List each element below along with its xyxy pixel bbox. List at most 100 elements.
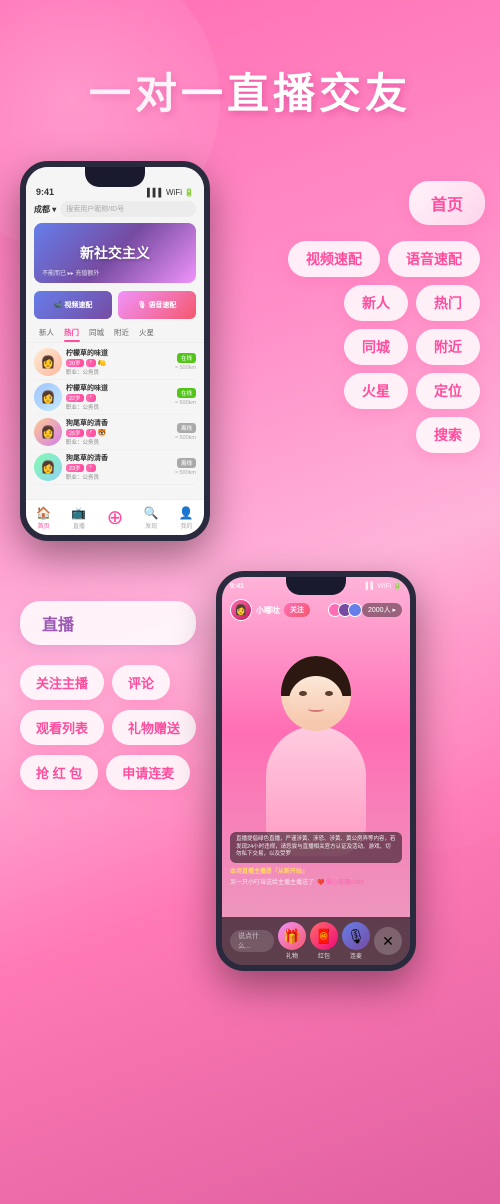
voice-match-btn[interactable]: 🎙 语音速配 xyxy=(118,291,196,319)
user-item-1[interactable]: 👩 柠檬草的味道 20岁 ♀ 🍋 职业：公务员 在线 ≈ 500km xyxy=(34,345,196,380)
feature-row-1: 视频速配 语音速配 xyxy=(288,241,480,277)
user-dist-2: ≈ 500km xyxy=(175,400,196,406)
bottom-nav-profile[interactable]: 👤 我的 xyxy=(179,506,194,530)
discover-icon: 🔍 xyxy=(144,506,159,520)
tab-same-city[interactable]: 同城 xyxy=(84,325,109,340)
homepage-features: 首页 视频速配 语音速配 新人 热门 同城 附近 火星 定位 搜索 xyxy=(288,161,480,453)
chat-prefix-2: 另一只小叮当送给主播主播送了 xyxy=(230,877,314,886)
comment-box-main: 直播提倡绿色直播，严谨涉黄、涉恐、涉黄、黄公房弄等内容，若发现24小时违规，请您… xyxy=(230,832,402,863)
user-info-2: 柠檬草的味道 22岁 ♀ 职业：公务员 xyxy=(66,383,171,411)
user-info-3: 狗尾草的清香 25岁 ♀ 🐯 职业：公务员 xyxy=(66,418,171,446)
chat-name-1: 本场直播主播是「从新开始」 xyxy=(230,866,308,875)
tag-age-3: 25岁 xyxy=(66,429,84,437)
tab-hot[interactable]: 热门 xyxy=(59,325,84,340)
live-user-info: 👩 小嘟呔 关注 xyxy=(230,599,310,621)
follow-btn[interactable]: 关注 xyxy=(284,603,310,617)
live-redpacket-btn[interactable]: 🧧 xyxy=(310,922,338,950)
user-item-2[interactable]: 👩 柠檬草的味道 22岁 ♀ 职业：公务员 在线 ≈ 500km xyxy=(34,380,196,415)
chat-row-2: 另一只小叮当送给主播主播送了 ❤️ 爱心玫瑰×100 xyxy=(230,877,402,886)
feature-voice-match: 语音速配 xyxy=(388,241,480,277)
user-job-1: 职业：公务员 xyxy=(66,368,171,376)
user-item-4[interactable]: 👩 狗尾草的清香 23岁 ♀ 职业：公务员 离线 ≈ 500km xyxy=(34,450,196,485)
bottom-nav-discover[interactable]: 🔍 发现 xyxy=(144,506,159,530)
phone-bottom-nav: 🏠 首页 📺 直播 ⊕ 🔍 发现 👤 我的 xyxy=(26,499,204,535)
tag-gender-4: ♀ xyxy=(86,464,96,472)
online-badge-1: 在线 xyxy=(177,353,196,363)
user-info-1: 柠檬草的味道 20岁 ♀ 🍋 职业：公务员 xyxy=(66,348,171,376)
bottom-nav-home[interactable]: 🏠 首页 xyxy=(36,506,51,530)
user-avatar-1: 👩 xyxy=(34,348,62,376)
feature-watch-list: 观看列表 xyxy=(20,710,104,745)
feature-row-3: 同城 附近 xyxy=(344,329,480,365)
status-time: 9:41 xyxy=(36,187,54,197)
feature-hot: 热门 xyxy=(416,285,480,321)
user-dist-3: ≈ 500km xyxy=(175,435,196,441)
lemon-icon-1: 🍋 xyxy=(98,359,107,367)
search-input[interactable]: 搜索用户昵称/ID号 xyxy=(60,201,196,217)
live-mic-btn[interactable]: 🎙 xyxy=(342,922,370,950)
live-phone-mockup: 9:41 ▌▌ WiFi 🔋 👩 小嘟呔 关注 xyxy=(216,571,416,971)
video-match-btn[interactable]: 📹 视频速配 xyxy=(34,291,112,319)
feature-nearby: 附近 xyxy=(416,329,480,365)
offline-badge-3: 离线 xyxy=(177,423,196,433)
tab-new[interactable]: 新人 xyxy=(34,325,59,340)
feature-gift: 礼物赠送 xyxy=(112,710,196,745)
signal-icon: ▌▌▌ xyxy=(147,188,164,197)
feature-row-2: 新人 热门 xyxy=(344,285,480,321)
bottom-nav-live[interactable]: 📺 直播 xyxy=(71,506,86,530)
nav-tabs: 新人 热门 同城 附近 火星 xyxy=(26,323,204,343)
tag-age-4: 23岁 xyxy=(66,464,84,472)
live-comments: 直播提倡绿色直播，严谨涉黄、涉恐、涉黄、黄公房弄等内容，若发现24小时违规，请您… xyxy=(222,828,410,890)
tab-nearby[interactable]: 附近 xyxy=(109,325,134,340)
status-icons: ▌▌▌ WiFi 🔋 xyxy=(147,188,194,197)
phone-mockup-home: 9:41 ▌▌▌ WiFi 🔋 成都 ▾ 搜索用户昵称/ID号 新社交主义 不能… xyxy=(20,161,210,541)
bottom-nav-discover-label: 发现 xyxy=(145,521,157,530)
user-tags-4: 23岁 ♀ xyxy=(66,464,171,472)
live-gift-btn[interactable]: 🎁 xyxy=(278,922,306,950)
user-info-4: 狗尾草的清香 23岁 ♀ 职业：公务员 xyxy=(66,453,171,481)
live-feature-row-3: 抢 红 包 申请连麦 xyxy=(20,755,196,790)
user-list: 👩 柠檬草的味道 20岁 ♀ 🍋 职业：公务员 在线 ≈ 500km xyxy=(26,343,204,487)
live-close-btn[interactable]: ✕ xyxy=(374,927,402,955)
phone-screen: 9:41 ▌▌▌ WiFi 🔋 成都 ▾ 搜索用户昵称/ID号 新社交主义 不能… xyxy=(26,167,204,535)
comment-text-main: 直播提倡绿色直播，严谨涉黄、涉恐、涉黄、黄公房弄等内容，若发现24小时违规，请您… xyxy=(236,836,396,859)
homepage-section-label: 首页 xyxy=(409,181,485,225)
live-host-avatar: 👩 xyxy=(230,599,252,621)
live-chat-input[interactable]: 说点什么... xyxy=(230,930,274,952)
user-name-4: 狗尾草的清香 xyxy=(66,453,171,463)
phone-banner[interactable]: 新社交主义 不能而已 ▸▸ 充值额外 xyxy=(34,223,196,283)
online-badge-2: 在线 xyxy=(177,388,196,398)
tag-gender-3: ♀ xyxy=(86,429,96,437)
phone-notch xyxy=(85,167,145,187)
user-dist-4: ≈ 500km xyxy=(175,470,196,476)
fire-icon-3: 🐯 xyxy=(98,429,107,437)
live-gift-label: 礼物 xyxy=(286,951,298,960)
user-job-3: 职业：公务员 xyxy=(66,438,171,446)
top-area: 9:41 ▌▌▌ WiFi 🔋 成都 ▾ 搜索用户昵称/ID号 新社交主义 不能… xyxy=(0,161,500,541)
home-icon: 🏠 xyxy=(36,506,51,520)
user-job-4: 职业：公务员 xyxy=(66,473,171,481)
feature-red-packet: 抢 红 包 xyxy=(20,755,98,790)
viewer-avatars xyxy=(328,603,358,617)
wifi-icon: WiFi xyxy=(166,188,182,197)
live-action-close-col: ✕ xyxy=(374,927,402,955)
tag-gender-2: ♀ xyxy=(86,394,96,402)
viewers-count: 2000人 ▸ xyxy=(362,603,402,617)
feature-follow-host: 关注主播 xyxy=(20,665,104,700)
feature-same-city: 同城 xyxy=(344,329,408,365)
feature-location: 定位 xyxy=(416,373,480,409)
quick-match-buttons: 📹 视频速配 🎙 语音速配 xyxy=(26,287,204,323)
feature-new: 新人 xyxy=(344,285,408,321)
video-match-icon: 📹 xyxy=(54,301,63,309)
city-selector[interactable]: 成都 ▾ xyxy=(34,204,56,215)
video-match-label: 视频速配 xyxy=(64,300,92,310)
user-item-3[interactable]: 👩 狗尾草的清香 25岁 ♀ 🐯 职业：公务员 离线 ≈ 500km xyxy=(34,415,196,450)
live-mic-label: 连麦 xyxy=(350,951,362,960)
live-signal-icons: ▌▌ WiFi 🔋 xyxy=(366,582,403,590)
tab-mars[interactable]: 火星 xyxy=(134,325,159,340)
bottom-nav-center[interactable]: ⊕ xyxy=(107,505,124,530)
live-action-mic-col: 🎙 连麦 xyxy=(342,922,370,960)
chat-row-1: 本场直播主播是「从新开始」 xyxy=(230,866,402,875)
live-section-label: 直播 xyxy=(20,601,196,645)
bottom-nav-profile-label: 我的 xyxy=(180,521,192,530)
